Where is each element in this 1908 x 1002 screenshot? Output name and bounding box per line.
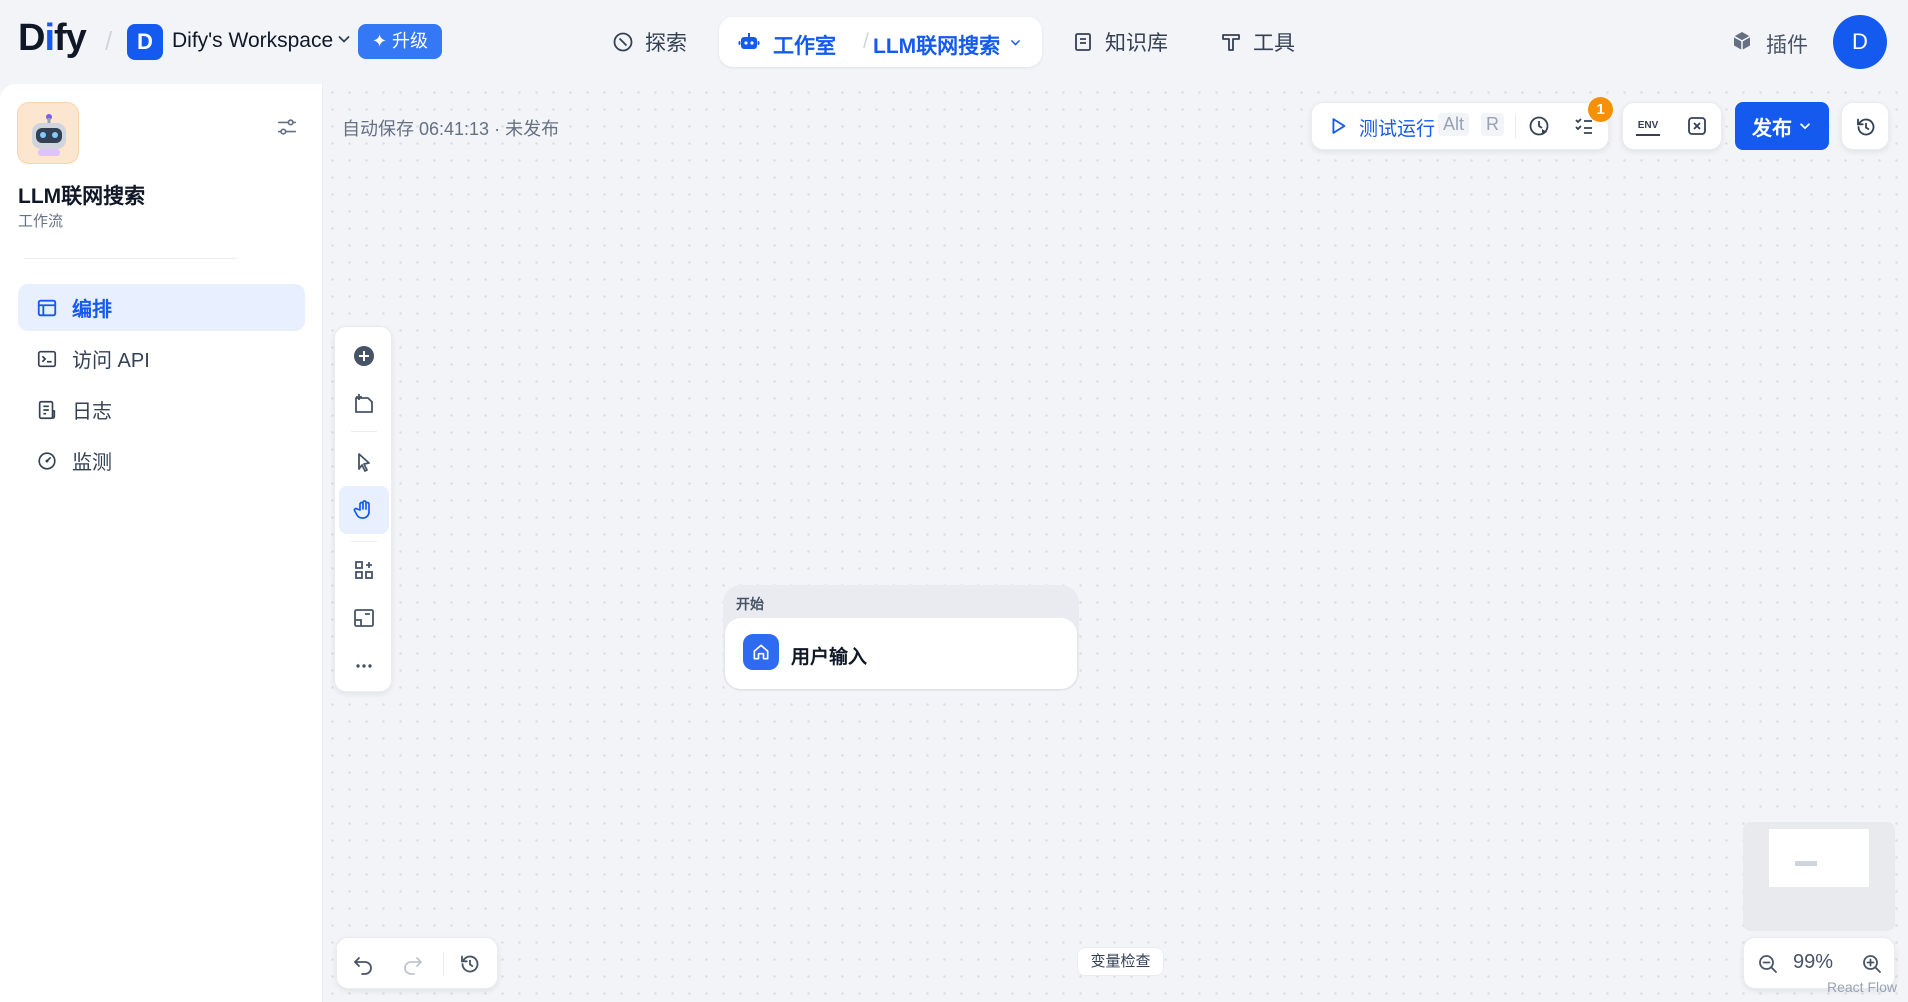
- app-icon: [17, 102, 79, 164]
- grid-plus-icon: [355, 561, 373, 579]
- workspace-name[interactable]: Dify's Workspace: [172, 29, 333, 53]
- start-node-header: 开始: [736, 596, 764, 612]
- shortcut-key-r: R: [1481, 113, 1504, 136]
- run-history-icon[interactable]: [1527, 114, 1551, 138]
- dashboard-icon: [38, 451, 56, 470]
- divider: [351, 541, 377, 542]
- sticky-note-icon: [355, 394, 373, 413]
- minimap-node: [1795, 861, 1817, 866]
- home-icon: [743, 634, 779, 670]
- shortcut-key-alt: Alt: [1438, 113, 1470, 136]
- zoom-level[interactable]: 99%: [1793, 951, 1833, 974]
- zoom-in-icon: [1863, 955, 1881, 973]
- pointer-mode-button[interactable]: [342, 441, 386, 483]
- test-run-button[interactable]: 测试运行: [1359, 114, 1435, 141]
- env-button[interactable]: ENV: [1636, 116, 1660, 136]
- divider: [24, 258, 236, 259]
- more-horizontal-icon: [356, 664, 372, 668]
- variable-icon[interactable]: [1685, 114, 1709, 138]
- chevron-down-icon: [1800, 123, 1810, 130]
- nav-studio-label: 工作室: [773, 35, 836, 58]
- app-title: LLM联网搜索: [18, 185, 146, 208]
- workspace-avatar[interactable]: D: [127, 24, 163, 60]
- app-sidebar: LLM联网搜索 工作流 编排 访问 API 日志 监测: [0, 84, 323, 1002]
- start-node[interactable]: 开始 用户输入: [723, 585, 1079, 691]
- robot-icon: [738, 33, 760, 49]
- undo-button[interactable]: [345, 946, 381, 982]
- history-icon: [1857, 118, 1875, 136]
- sparkle-icon: ✦: [371, 31, 393, 51]
- play-icon[interactable]: [1327, 115, 1349, 137]
- workflow-canvas[interactable]: [324, 84, 1908, 1002]
- divider: [351, 431, 377, 432]
- nav-explore[interactable]: 探索: [611, 27, 687, 57]
- undo-icon: [353, 957, 372, 975]
- start-node-title: 用户输入: [791, 647, 868, 668]
- redo-icon: [404, 957, 423, 975]
- zoom-out-icon: [1759, 955, 1777, 973]
- sidebar-item-logs[interactable]: 日志: [18, 386, 305, 433]
- variable-inspect-button[interactable]: 变量检查: [1077, 947, 1164, 976]
- terminal-icon: [37, 350, 57, 367]
- divider: [1515, 114, 1516, 138]
- layout-icon: [37, 299, 57, 316]
- breadcrumb-separator: /: [105, 26, 113, 56]
- cursor-icon: [358, 453, 370, 472]
- history-toolbar: [336, 937, 498, 989]
- autosave-status: 自动保存 06:41:13 · 未发布: [342, 119, 560, 139]
- edit-history-button[interactable]: [452, 946, 488, 982]
- more-options-button[interactable]: [342, 645, 386, 687]
- zoom-out-button[interactable]: [1752, 948, 1784, 980]
- top-navigation: Dify / D Dify's Workspace ✦ 升级 探索 工作室 / …: [0, 0, 1908, 84]
- publish-button[interactable]: 发布: [1735, 102, 1829, 150]
- react-flow-attribution[interactable]: React Flow: [1827, 979, 1897, 995]
- add-note-button[interactable]: [342, 383, 386, 425]
- chevron-down-icon[interactable]: [1009, 36, 1022, 49]
- nav-knowledge[interactable]: 知识库: [1071, 27, 1168, 57]
- nav-studio[interactable]: 工作室 / LLM联网搜索: [719, 17, 1042, 67]
- sidebar-item-monitor[interactable]: 监测: [18, 437, 305, 484]
- hand-mode-button[interactable]: [339, 486, 389, 534]
- chevron-down-icon[interactable]: [336, 31, 352, 47]
- minimap-toggle-button[interactable]: [342, 597, 386, 639]
- start-node-body[interactable]: 用户输入: [725, 618, 1077, 689]
- nav-tools[interactable]: 工具: [1219, 27, 1295, 57]
- robot-icon: [32, 114, 66, 156]
- cube-icon[interactable]: [1730, 29, 1754, 53]
- user-avatar[interactable]: D: [1833, 15, 1887, 69]
- compass-icon: [613, 32, 633, 52]
- nav-plugins[interactable]: 插件: [1766, 29, 1808, 59]
- organize-blocks-button[interactable]: [342, 549, 386, 591]
- dify-logo[interactable]: Dify: [18, 17, 87, 60]
- minimap-viewport: [1769, 829, 1869, 887]
- sidebar-item-api[interactable]: 访问 API: [18, 335, 305, 382]
- canvas-tools: [334, 326, 392, 692]
- sidebar-item-orchestrate[interactable]: 编排: [18, 284, 305, 331]
- minimap-icon: [354, 609, 374, 627]
- upgrade-button[interactable]: ✦ 升级: [358, 24, 442, 59]
- add-node-button[interactable]: [342, 335, 386, 377]
- file-list-icon: [38, 400, 56, 419]
- book-icon: [1075, 33, 1091, 51]
- hammer-icon: [1222, 34, 1240, 51]
- version-history-button[interactable]: [1841, 102, 1889, 150]
- zoom-in-button[interactable]: [1856, 948, 1888, 980]
- divider: [443, 952, 444, 976]
- hand-icon: [353, 500, 370, 519]
- redo-button[interactable]: [395, 946, 431, 982]
- app-type-label: 工作流: [18, 213, 64, 230]
- history-icon: [461, 955, 479, 973]
- breadcrumb-separator: /: [863, 30, 869, 53]
- current-app-name[interactable]: LLM联网搜索: [873, 30, 1000, 60]
- checklist-count-badge: 1: [1588, 97, 1613, 122]
- minimap[interactable]: [1743, 822, 1895, 931]
- plus-circle-icon: [354, 346, 374, 366]
- settings-sliders-icon[interactable]: [276, 116, 298, 138]
